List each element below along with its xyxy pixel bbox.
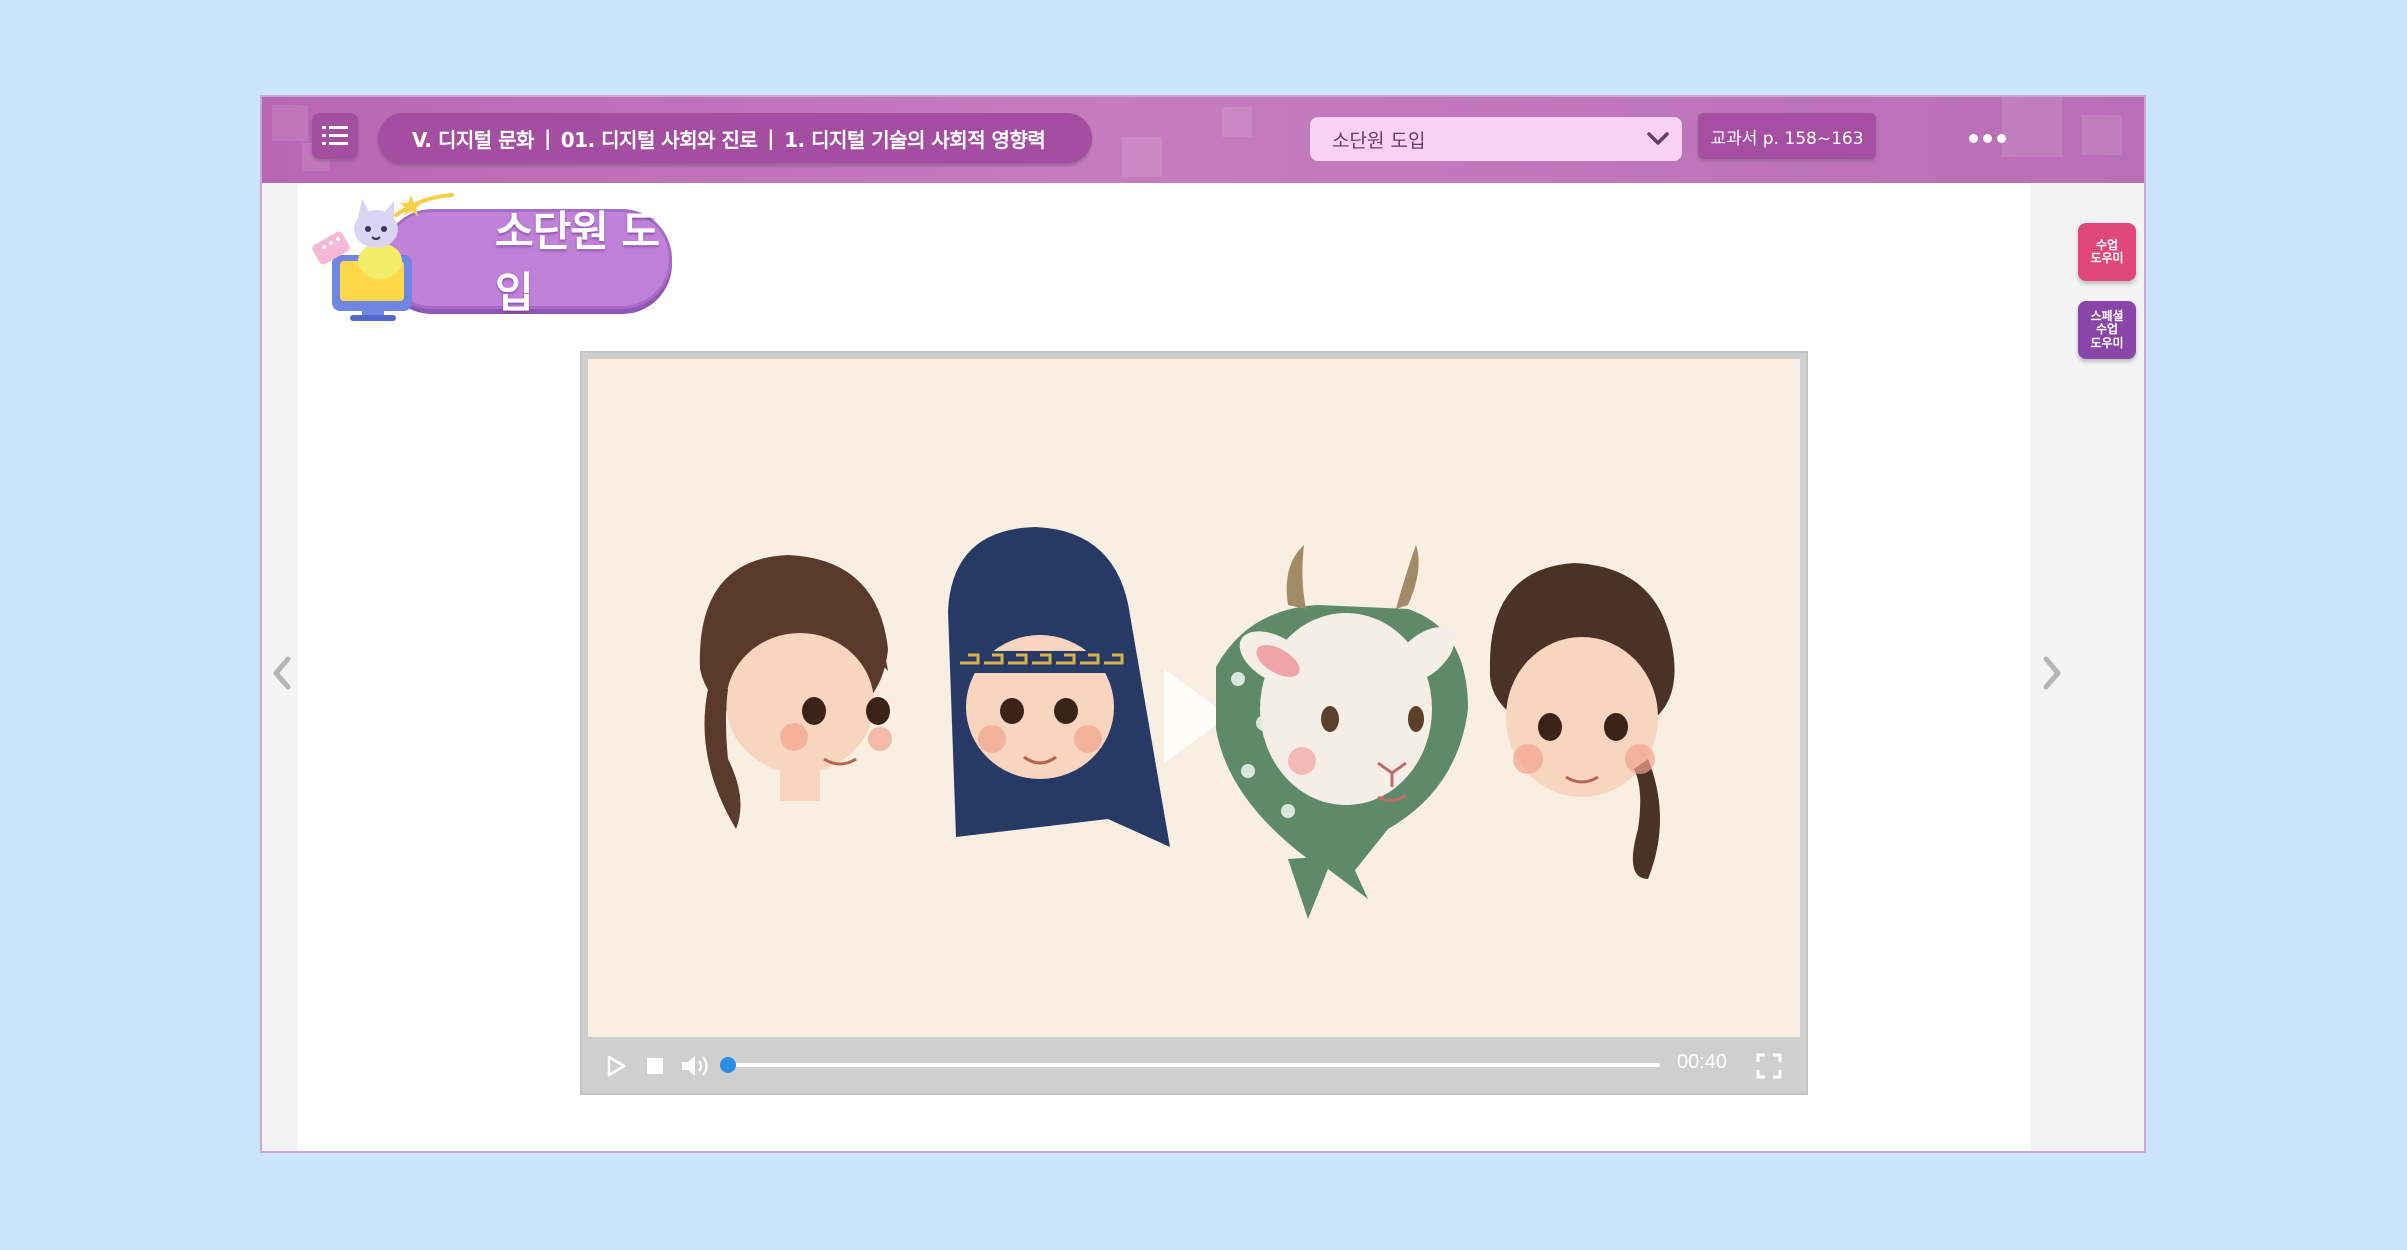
play-button[interactable] [602,1053,630,1079]
textbook-pages-label: 교과서 p. 158~163 [1710,128,1864,149]
class-helper-label: 수업 도우미 [2090,237,2124,265]
header-decoration [2082,115,2122,155]
goat-illustration [1216,545,1468,919]
girl-face-illustration [699,555,892,829]
dot [1968,133,1978,143]
textbook-pages-badge: 교과서 p. 158~163 [1698,113,1876,159]
next-page-button[interactable] [2032,643,2072,703]
video-illustration [699,527,1675,919]
stop-button[interactable] [642,1053,668,1079]
section-select-value: 소단원 도입 [1332,129,1426,152]
mascot-illustration [312,193,454,321]
header-decoration [1222,107,1252,137]
video-frame[interactable] [588,359,1800,1037]
fullscreen-button[interactable] [1754,1051,1784,1081]
video-controls: 00:40 [582,1037,1806,1093]
special-class-helper-button[interactable]: 스페셜 수업 도우미 [2078,301,2136,359]
chevron-left-icon [273,656,291,690]
header-decoration [272,105,308,141]
breadcrumb-lesson: 1. 디지털 기술의 사회적 영향력 [784,127,1046,152]
more-options-button[interactable] [1962,123,2012,153]
volume-icon [682,1056,708,1076]
progress-bar[interactable] [720,1057,1660,1073]
breadcrumb-separator: | [767,126,775,150]
girl-face-illustration [1489,563,1675,879]
breadcrumb-unit: V. 디지털 문화 [412,127,534,152]
play-icon [607,1055,626,1077]
section-select[interactable]: 소단원 도입 [1310,117,1682,161]
menu-button[interactable] [312,113,358,159]
progress-thumb[interactable] [720,1057,736,1073]
fullscreen-icon [1756,1053,1782,1079]
prev-page-button[interactable] [262,643,302,703]
chevron-down-icon [1647,132,1669,145]
dot [1982,133,1992,143]
breadcrumb-separator: | [543,126,551,150]
section-title: 소단원 도입 [495,207,660,317]
dot [1996,133,2006,143]
video-time: 00:40 [1677,1051,1728,1073]
top-bar: V. 디지털 문화 | 01. 디지털 사회와 진로 | 1. 디지털 기술의 … [262,97,2144,183]
video-player[interactable]: 00:40 [580,351,1808,1095]
stop-icon [647,1058,663,1074]
breadcrumb: V. 디지털 문화 | 01. 디지털 사회와 진로 | 1. 디지털 기술의 … [378,113,1092,163]
list-icon [322,126,348,145]
special-class-helper-label: 스페셜 수업 도우미 [2090,308,2124,350]
boy-face-illustration [948,527,1170,847]
volume-button[interactable] [678,1051,714,1081]
breadcrumb-chapter: 01. 디지털 사회와 진로 [560,127,758,152]
chevron-right-icon [2043,656,2061,690]
header-decoration [1122,137,1162,177]
app-window: V. 디지털 문화 | 01. 디지털 사회와 진로 | 1. 디지털 기술의 … [260,95,2146,1153]
class-helper-button[interactable]: 수업 도우미 [2078,223,2136,281]
